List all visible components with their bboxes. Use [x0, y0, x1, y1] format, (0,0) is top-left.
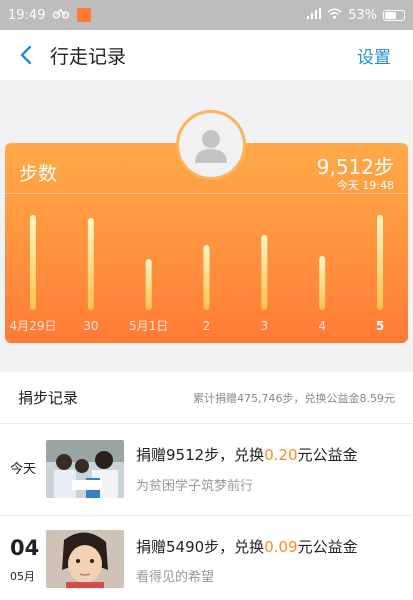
donation-record[interactable]: 今天 捐赠9512步，兑换0.20元公益金 为贫困学子筑梦前行 — [0, 424, 413, 516]
chart-bar — [377, 214, 383, 310]
record-main-text: 捐赠9512步，兑换0.20元公益金 — [136, 444, 358, 465]
record-image — [46, 440, 124, 498]
donation-summary: 累计捐赠475,746步，兑换公益金8.59元 — [193, 391, 395, 405]
chart-bar — [203, 245, 210, 310]
app-notification-icon — [77, 8, 92, 22]
record-subtitle: 看得见的希望 — [136, 570, 215, 585]
donation-record[interactable]: 04 05月 捐赠5490步，兑换0.09元公益金 看得见的希望 — [0, 516, 413, 600]
chart-bar — [261, 235, 268, 310]
record-steps-text: 捐赠9512步，兑换 — [136, 446, 265, 464]
record-image — [46, 530, 124, 588]
battery-percent: 53% — [348, 7, 377, 23]
signal-icon — [307, 7, 322, 23]
record-date: 今天 — [10, 462, 37, 477]
record-day: 04 — [10, 536, 40, 560]
chart-x-label: 3 — [261, 319, 269, 333]
record-subtitle: 为贫困学子筑梦前行 — [136, 479, 254, 494]
chart-x-label: 4月29日 — [10, 319, 57, 333]
chart-bar — [319, 256, 326, 310]
chevron-left-icon — [20, 45, 32, 65]
user-icon — [195, 130, 227, 163]
chart-x-label: 30 — [83, 319, 98, 333]
chart-x-label: 5 — [376, 319, 384, 333]
avatar[interactable] — [176, 110, 246, 180]
record-amount: 0.20 — [264, 446, 298, 464]
donation-header: 捐步记录 累计捐赠475,746步，兑换公益金8.59元 — [0, 372, 413, 424]
bike-icon — [53, 7, 70, 23]
chart-x-label: 5月1日 — [129, 319, 168, 333]
record-steps-text: 捐赠5490步，兑换 — [136, 538, 265, 556]
status-time: 19:49 — [8, 7, 46, 23]
steps-card-area: 步数 9,512步 今天 19:48 4月29日 30 5月1日 2 3 4 5 — [0, 80, 413, 370]
back-button[interactable] — [6, 30, 46, 80]
chart-x-label: 2 — [203, 319, 211, 333]
record-fund-text: 元公益金 — [297, 538, 358, 556]
battery-icon — [383, 9, 405, 21]
settings-button[interactable]: 设置 — [357, 43, 391, 68]
wifi-icon — [327, 8, 342, 23]
record-amount: 0.09 — [264, 538, 298, 556]
nav-bar: 行走记录 设置 — [0, 30, 413, 80]
chart-bar — [145, 259, 152, 310]
status-bar: 19:49 53% — [0, 0, 413, 30]
chart-x-label: 4 — [318, 319, 326, 333]
record-main-text: 捐赠5490步，兑换0.09元公益金 — [136, 536, 358, 557]
chart-bar — [87, 218, 94, 310]
page-title: 行走记录 — [50, 45, 127, 68]
chart-bar — [30, 215, 36, 310]
donation-title: 捐步记录 — [18, 389, 79, 407]
record-month: 05月 — [10, 570, 35, 583]
record-fund-text: 元公益金 — [297, 446, 358, 464]
